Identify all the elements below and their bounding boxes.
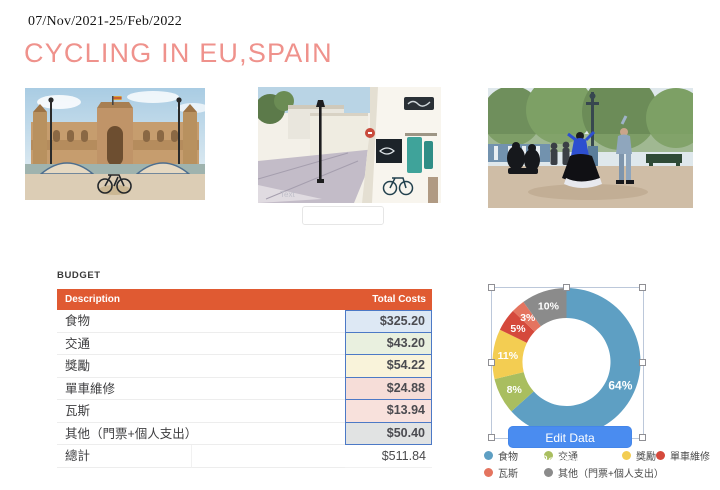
selection-handle[interactable] bbox=[488, 284, 495, 291]
row-amount-cell-selected[interactable]: $13.94 bbox=[345, 400, 432, 423]
table-row[interactable]: 食物$325.20 bbox=[57, 310, 432, 333]
total-amount: $511.84 bbox=[345, 445, 432, 468]
row-description-cell[interactable]: 其他（門票+個人支出） bbox=[57, 423, 345, 446]
table-row[interactable]: 交通$43.20 bbox=[57, 333, 432, 356]
photo-park-flamenco-dancers[interactable] bbox=[488, 88, 693, 208]
empty-caption-box[interactable] bbox=[302, 206, 384, 225]
row-description-cell[interactable]: 單車維修 bbox=[57, 378, 345, 401]
row-amount-cell-selected[interactable]: $54.22 bbox=[345, 355, 432, 378]
legend-label: 單車維修 bbox=[670, 448, 710, 463]
legend-item-食物[interactable]: 食物 bbox=[484, 448, 518, 462]
table-header-row: Description Total Costs bbox=[57, 289, 432, 310]
total-spacer bbox=[192, 445, 345, 468]
park-dancers-illustration bbox=[488, 88, 693, 208]
selection-handle[interactable] bbox=[488, 434, 495, 441]
legend-label: 食物 bbox=[498, 448, 518, 463]
slide-canvas: 07/Nov/2021-25/Feb/2022 CYCLING IN EU,SP… bbox=[0, 0, 720, 490]
slice-percent-label: 8% bbox=[507, 384, 523, 396]
legend-color-dot bbox=[656, 451, 665, 460]
slice-percent-label: 64% bbox=[608, 379, 632, 393]
text-placeholder-label[interactable]: Text bbox=[280, 190, 295, 199]
budget-donut-chart[interactable]: 64%8%11%5%3%10% bbox=[480, 276, 655, 448]
legend-label: 獎勵 bbox=[636, 448, 656, 463]
table-row[interactable]: 獎勵$54.22 bbox=[57, 355, 432, 378]
slice-percent-label: 5% bbox=[510, 323, 526, 335]
legend-color-dot bbox=[484, 468, 493, 477]
legend-item-獎勵[interactable]: 獎勵 bbox=[622, 448, 656, 462]
legend-item-瓦斯[interactable]: 瓦斯 bbox=[484, 465, 518, 479]
slice-percent-label: 11% bbox=[498, 350, 519, 362]
table-row[interactable]: 單車維修$24.88 bbox=[57, 378, 432, 401]
table-row[interactable]: 瓦斯$13.94 bbox=[57, 400, 432, 423]
photo-white-village-street[interactable] bbox=[258, 87, 441, 203]
table-total-row[interactable]: 總計 $511.84 bbox=[57, 445, 432, 468]
selection-handle[interactable] bbox=[639, 434, 646, 441]
row-amount-cell-selected[interactable]: $50.40 bbox=[345, 423, 432, 446]
row-description-cell[interactable]: 獎勵 bbox=[57, 355, 345, 378]
row-amount-cell-selected[interactable]: $43.20 bbox=[345, 333, 432, 356]
row-description-cell[interactable]: 交通 bbox=[57, 333, 345, 356]
row-amount-cell-selected[interactable]: $325.20 bbox=[345, 310, 432, 333]
plaza-espana-illustration bbox=[25, 88, 205, 200]
column-header-total-costs[interactable]: Total Costs bbox=[345, 289, 432, 310]
selection-handle[interactable] bbox=[639, 284, 646, 291]
budget-section-label: BUDGET bbox=[57, 270, 101, 281]
table-body: 食物$325.20交通$43.20獎勵$54.22單車維修$24.88瓦斯$13… bbox=[57, 310, 432, 445]
selection-handle[interactable] bbox=[563, 284, 570, 291]
row-description-cell[interactable]: 食物 bbox=[57, 310, 345, 333]
edit-data-references-button[interactable]: Edit Data References bbox=[508, 426, 632, 448]
row-amount-cell-selected[interactable]: $24.88 bbox=[345, 378, 432, 401]
selection-handle[interactable] bbox=[488, 359, 495, 366]
column-header-description[interactable]: Description bbox=[57, 289, 345, 310]
budget-table[interactable]: Description Total Costs 食物$325.20交通$43.2… bbox=[57, 289, 432, 468]
table-row[interactable]: 其他（門票+個人支出）$50.40 bbox=[57, 423, 432, 446]
legend-label: 瓦斯 bbox=[498, 465, 518, 480]
date-range[interactable]: 07/Nov/2021-25/Feb/2022 bbox=[28, 14, 182, 30]
row-description-cell[interactable]: 瓦斯 bbox=[57, 400, 345, 423]
legend-item-單車維修[interactable]: 單車維修 bbox=[656, 448, 710, 462]
total-label: 總計 bbox=[57, 445, 192, 468]
village-street-illustration bbox=[258, 87, 441, 203]
slide-title[interactable]: CYCLING IN EU,SPAIN bbox=[24, 38, 333, 69]
slice-percent-label: 10% bbox=[538, 300, 560, 312]
selection-handle[interactable] bbox=[639, 359, 646, 366]
legend-color-dot bbox=[622, 451, 631, 460]
photo-plaza-espana-bicycle[interactable] bbox=[25, 88, 205, 200]
legend-color-dot bbox=[484, 451, 493, 460]
